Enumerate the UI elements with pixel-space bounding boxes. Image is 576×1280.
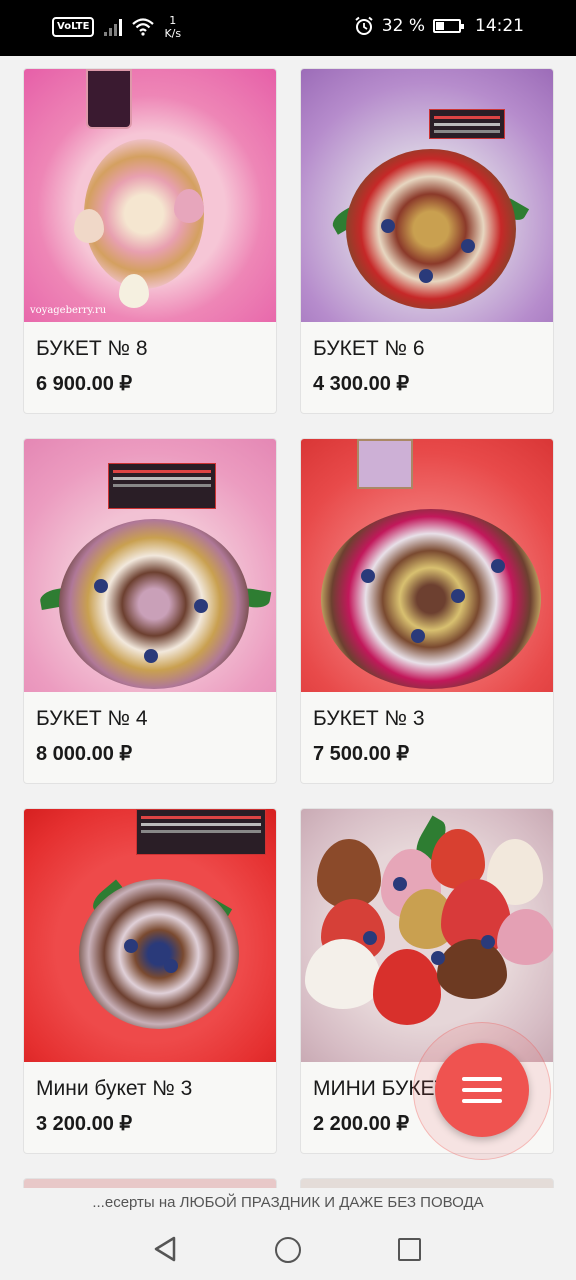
product-photo[interactable] xyxy=(24,439,276,692)
product-photo[interactable]: voyageberry.ru xyxy=(24,69,276,322)
product-name[interactable]: БУКЕТ № 8 xyxy=(36,337,148,361)
network-speed: 1 K/s xyxy=(164,14,182,40)
product-photo[interactable] xyxy=(301,809,553,1062)
product-name[interactable]: БУКЕТ № 6 xyxy=(313,337,425,361)
product-photo[interactable] xyxy=(301,439,553,692)
status-bar: VoLTE 1 K/s 32 % 14:21 xyxy=(0,0,576,56)
product-price: 2 200.00 ₽ xyxy=(313,1113,410,1135)
battery-percent: 32 % xyxy=(381,16,425,36)
product-card[interactable] xyxy=(300,1178,554,1188)
product-price: 3 200.00 ₽ xyxy=(36,1113,133,1135)
volte-badge: VoLTE xyxy=(52,17,95,37)
menu-button[interactable] xyxy=(435,1043,529,1137)
wifi-icon xyxy=(132,18,155,36)
product-price: 8 000.00 ₽ xyxy=(36,743,133,765)
product-card[interactable]: voyageberry.ru БУКЕТ № 8 6 900.00 ₽ xyxy=(23,68,277,414)
product-photo[interactable] xyxy=(301,69,553,322)
product-price: 6 900.00 ₽ xyxy=(36,373,133,395)
alarm-icon xyxy=(355,16,373,35)
battery-icon xyxy=(433,19,464,33)
product-card[interactable] xyxy=(23,1178,277,1188)
product-card[interactable]: БУКЕТ № 6 4 300.00 ₽ xyxy=(300,68,554,414)
product-photo[interactable] xyxy=(24,809,276,1062)
system-nav-bar xyxy=(0,1218,576,1280)
product-card[interactable]: Мини букет № 3 3 200.00 ₽ xyxy=(23,808,277,1154)
product-price: 7 500.00 ₽ xyxy=(313,743,410,765)
signal-icon xyxy=(104,18,123,36)
product-name[interactable]: БУКЕТ № 3 xyxy=(313,707,425,731)
clock: 14:21 xyxy=(475,16,524,36)
product-price: 4 300.00 ₽ xyxy=(313,373,410,395)
home-icon[interactable] xyxy=(275,1237,301,1263)
watermark: voyageberry.ru xyxy=(30,305,107,316)
product-card[interactable]: БУКЕТ № 3 7 500.00 ₽ xyxy=(300,438,554,784)
product-grid: voyageberry.ru БУКЕТ № 8 6 900.00 ₽ БУКЕ… xyxy=(0,56,576,1188)
menu-icon xyxy=(462,1077,502,1081)
product-card[interactable]: БУКЕТ № 4 8 000.00 ₽ xyxy=(23,438,277,784)
product-name[interactable]: Мини букет № 3 xyxy=(36,1077,192,1101)
promo-ticker: ...есерты на ЛЮБОЙ ПРАЗДНИК И ДАЖЕ БЕЗ П… xyxy=(0,1188,576,1218)
product-name[interactable]: БУКЕТ № 4 xyxy=(36,707,148,731)
recents-icon[interactable] xyxy=(398,1238,421,1261)
back-icon[interactable] xyxy=(152,1236,178,1262)
